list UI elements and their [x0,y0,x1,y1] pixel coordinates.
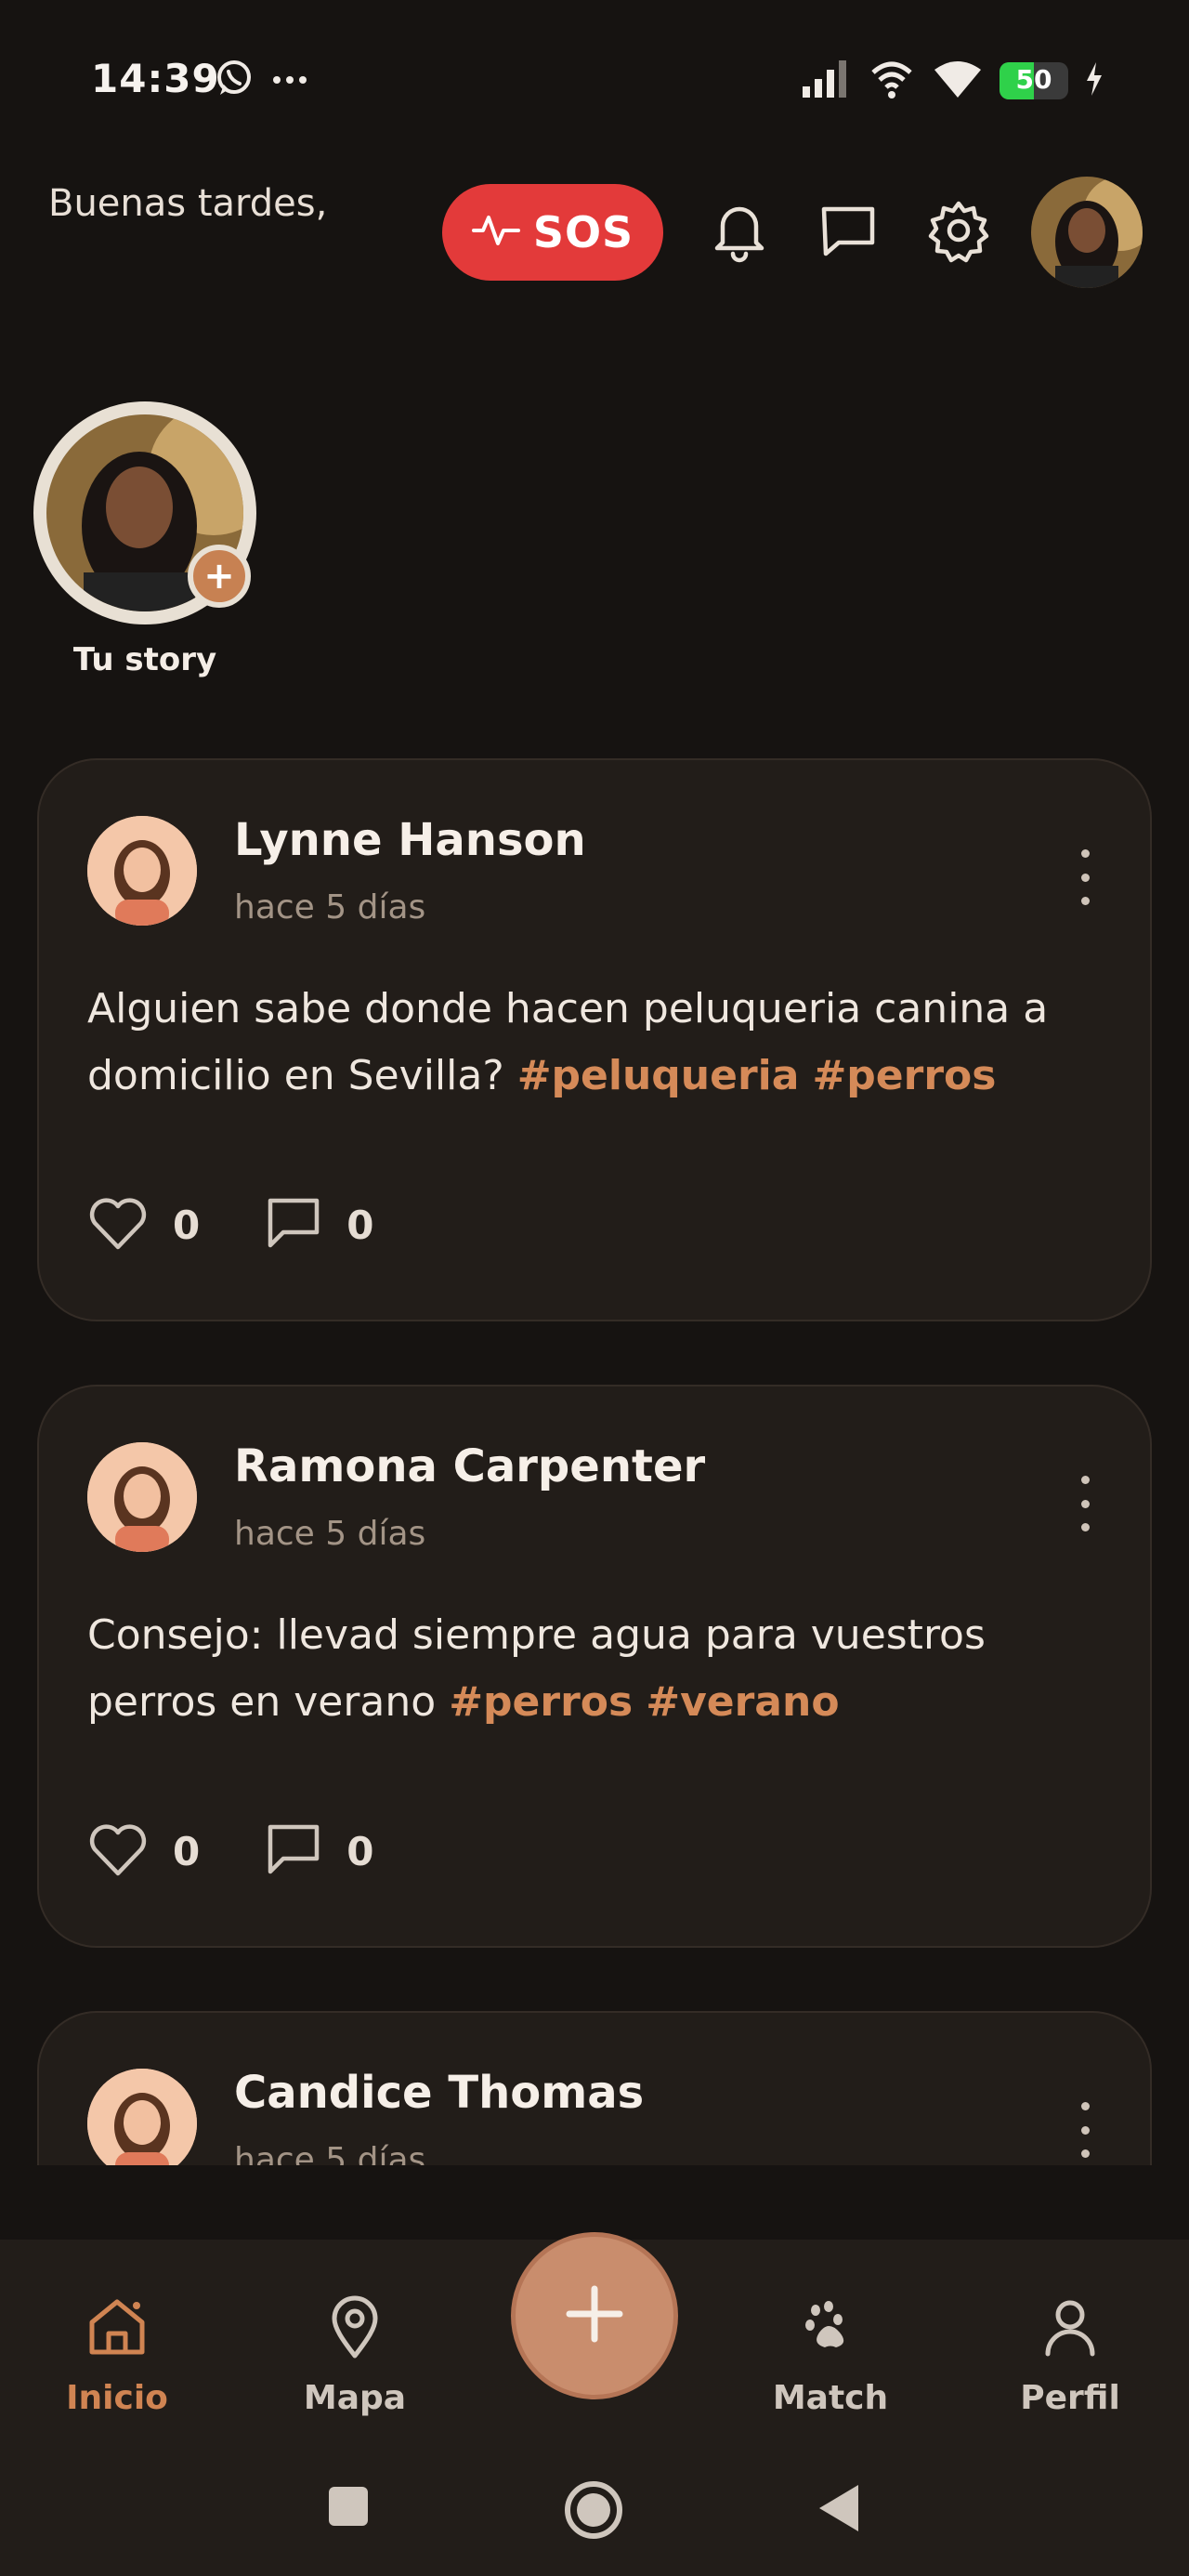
add-story-button[interactable]: + [188,545,251,608]
battery-level: 50 [1015,64,1052,95]
hashtag[interactable]: #verano [646,1678,839,1726]
nav-label: Inicio [66,2379,168,2417]
nav-match[interactable]: Match [747,2286,914,2417]
more-notifications-icon [271,72,308,89]
create-post-button[interactable] [511,2232,678,2399]
profile-avatar[interactable] [1031,177,1143,288]
heart-icon [87,1195,149,1255]
nav-label: Match [772,2379,889,2417]
post-time: hace 5 días [234,2141,426,2165]
back-button[interactable] [816,2481,862,2539]
settings-button[interactable] [921,195,996,269]
wifi-icon [933,59,983,103]
comment-button[interactable]: 0 [265,1195,373,1255]
app-screen: 14:39 50 Buenas tardes, SOS + Tu story L… [0,0,1189,2576]
plus-icon [562,2281,627,2350]
home-icon [85,2296,150,2361]
heart-icon [87,1821,149,1881]
home-button[interactable] [563,2479,624,2544]
status-time: 14:39 [91,56,220,101]
post-card[interactable]: Candice Thomas hace 5 días [37,2011,1152,2165]
author-name[interactable]: Ramona Carpenter [234,1440,705,1492]
post-actions: 0 0 [87,1195,438,1255]
comment-count: 0 [346,1202,374,1248]
nav-inicio[interactable]: Inicio [33,2286,201,2417]
author-name[interactable]: Candice Thomas [234,2067,644,2119]
nav-perfil[interactable]: Perfil [986,2286,1154,2417]
paw-icon [803,2301,858,2357]
wifi-call-icon [868,58,916,104]
post-text: Alguien sabe donde hacen peluqueria cani… [87,985,1049,1099]
comment-icon [265,1821,322,1881]
gear-icon [926,198,991,267]
author-avatar[interactable] [87,2069,197,2165]
hashtag[interactable]: #peluqueria [517,1052,800,1099]
bell-icon [710,198,769,267]
hashtag[interactable]: #perros [449,1678,633,1726]
signal-icon [801,60,851,101]
more-options-icon[interactable] [1066,2102,1104,2158]
nav-label: Perfil [1020,2379,1120,2417]
post-actions: 0 0 [87,1821,438,1881]
nav-mapa[interactable]: Mapa [271,2286,438,2417]
more-options-icon[interactable] [1066,849,1104,905]
post-text: Consejo: llevad siempre agua para vuestr… [87,1611,986,1726]
nav-label: Mapa [303,2379,407,2417]
your-story[interactable]: + Tu story [33,401,256,678]
charging-icon [1085,62,1104,99]
more-options-icon[interactable] [1066,1476,1104,1531]
greeting-text: Buenas tardes, [48,182,328,225]
post-card[interactable]: Ramona Carpenter hace 5 días Consejo: ll… [37,1385,1152,1948]
chat-icon [818,200,880,265]
user-icon [1042,2296,1098,2361]
status-bar: 14:39 50 [0,0,1189,158]
comment-icon [265,1195,322,1255]
post-time: hace 5 días [234,1515,426,1553]
pulse-icon [471,212,520,253]
system-navigation-bar [0,2453,1189,2576]
sos-label: SOS [532,207,634,257]
comment-button[interactable]: 0 [265,1821,373,1881]
map-pin-icon [327,2294,383,2363]
notifications-button[interactable] [702,195,777,269]
like-count: 0 [173,1828,201,1874]
sos-button[interactable]: SOS [442,184,663,281]
post-feed: Lynne Hanson hace 5 días Alguien sabe do… [0,743,1189,2165]
like-button[interactable]: 0 [87,1821,200,1881]
author-avatar[interactable] [87,816,197,926]
story-label: Tu story [72,641,217,678]
battery-indicator: 50 [1000,62,1068,99]
comment-count: 0 [346,1828,374,1874]
post-time: hace 5 días [234,888,426,927]
post-card[interactable]: Lynne Hanson hace 5 días Alguien sabe do… [37,758,1152,1321]
messages-button[interactable] [812,195,886,269]
like-count: 0 [173,1202,201,1248]
hashtag[interactable]: #perros [812,1052,996,1099]
recents-button[interactable] [327,2485,370,2531]
author-name[interactable]: Lynne Hanson [234,814,586,866]
story-ring: + [33,401,256,624]
like-button[interactable]: 0 [87,1195,200,1255]
author-avatar[interactable] [87,1442,197,1552]
whatsapp-icon [214,58,255,102]
